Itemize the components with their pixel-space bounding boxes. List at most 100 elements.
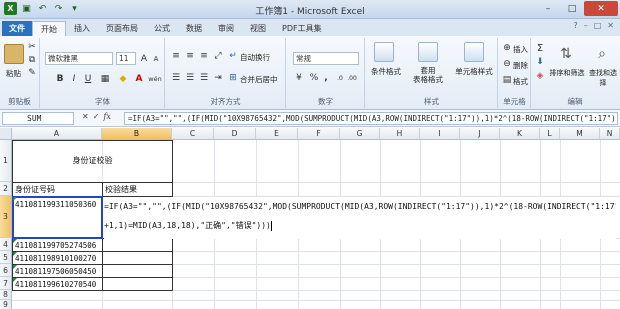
cell-b7[interactable] — [102, 277, 173, 291]
insert-function-button[interactable]: fx — [103, 112, 110, 121]
row-header-1[interactable]: 1 — [0, 140, 12, 182]
column-header-k[interactable]: K — [500, 128, 540, 140]
row-header-9[interactable]: 9 — [0, 300, 12, 309]
borders-icon[interactable]: ▦ — [99, 73, 111, 85]
formula-input[interactable]: =IF(A3="","",(IF(MID("10X98765432",MOD(S… — [124, 112, 618, 125]
row-header-3[interactable]: 3 — [0, 196, 12, 238]
orientation-icon[interactable]: ⤢ — [212, 50, 224, 62]
shrink-font-icon[interactable]: A — [151, 52, 161, 65]
column-header-n[interactable]: N — [600, 128, 620, 140]
copy-icon[interactable]: ⧉ — [27, 55, 37, 65]
conditional-format-button[interactable]: 条件格式 — [368, 66, 404, 77]
column-header-h[interactable]: H — [380, 128, 420, 140]
column-header-l[interactable]: L — [540, 128, 560, 140]
tab-pdf-tools[interactable]: PDF工具集 — [274, 21, 330, 36]
clear-icon[interactable]: ◈ — [534, 70, 546, 82]
row-header-7[interactable]: 7 — [0, 277, 12, 290]
tab-view[interactable]: 视图 — [242, 21, 274, 36]
merge-center-icon[interactable]: ⊞ — [228, 72, 238, 84]
sort-filter-icon[interactable]: ⇅ — [556, 44, 576, 64]
insert-cells-button[interactable]: 插入 — [513, 44, 528, 55]
row-header-8[interactable]: 8 — [0, 290, 12, 300]
indent-icon[interactable]: ⇥ — [212, 72, 224, 84]
fill-icon[interactable]: ⬇ — [534, 56, 546, 68]
paste-icon[interactable] — [4, 44, 24, 64]
grow-font-icon[interactable]: A — [139, 52, 149, 65]
find-select-button[interactable]: 查找和选择 — [586, 68, 620, 88]
italic-button[interactable]: I — [69, 73, 79, 85]
column-header-i[interactable]: I — [420, 128, 460, 140]
autosum-button[interactable]: Σ — [534, 42, 546, 54]
align-left-icon[interactable]: ☰ — [170, 72, 182, 84]
decrease-decimal-icon[interactable]: .00 — [347, 72, 357, 84]
underline-button[interactable]: U — [83, 73, 93, 85]
find-select-icon[interactable]: ⌕ — [592, 44, 612, 64]
column-header-m[interactable]: M — [560, 128, 600, 140]
format-cells-button[interactable]: 格式 — [513, 76, 528, 87]
delete-cells-icon[interactable]: ⊖ — [501, 58, 513, 70]
align-top-icon[interactable]: ≡ — [170, 50, 182, 62]
cell-b6[interactable] — [102, 264, 173, 278]
align-center-icon[interactable]: ☰ — [184, 72, 196, 84]
cell-styles-icon[interactable] — [464, 42, 484, 62]
cell-b5[interactable] — [102, 251, 173, 265]
tab-home[interactable]: 开始 — [32, 21, 66, 36]
tab-review[interactable]: 审阅 — [210, 21, 242, 36]
maximize-button[interactable]: □ — [560, 1, 584, 16]
row-header-5[interactable]: 5 — [0, 251, 12, 264]
cell-b4[interactable] — [102, 238, 173, 252]
column-header-b[interactable]: B — [102, 128, 172, 140]
font-name-select[interactable]: 微软雅黑 — [45, 52, 113, 65]
cancel-formula-button[interactable]: ✕ — [82, 112, 89, 121]
font-color-icon[interactable]: A — [133, 73, 145, 85]
column-header-f[interactable]: F — [298, 128, 340, 140]
cut-icon[interactable]: ✂ — [27, 42, 37, 52]
format-painter-icon[interactable]: ✎ — [27, 68, 37, 78]
enter-formula-button[interactable]: ✓ — [93, 112, 100, 121]
row-header-6[interactable]: 6 — [0, 264, 12, 277]
bold-button[interactable]: B — [55, 73, 65, 85]
insert-cells-icon[interactable]: ⊕ — [501, 42, 513, 54]
ribbon-close-icon[interactable]: ✕ — [607, 21, 614, 30]
delete-cells-button[interactable]: 删除 — [513, 60, 528, 71]
currency-icon[interactable]: ¥ — [293, 72, 305, 84]
column-header-g[interactable]: G — [340, 128, 380, 140]
row-header-2[interactable]: 2 — [0, 182, 12, 196]
percent-button[interactable]: % — [309, 72, 319, 84]
tab-page-layout[interactable]: 页面布局 — [98, 21, 146, 36]
number-format-select[interactable]: 常规 — [293, 52, 359, 65]
merge-center-button[interactable]: 合并后居中 — [240, 74, 278, 85]
close-button[interactable]: ✕ — [584, 1, 618, 16]
wrap-text-button[interactable]: 自动换行 — [240, 52, 270, 63]
format-as-table-icon[interactable] — [418, 42, 438, 62]
column-header-a[interactable]: A — [12, 128, 102, 140]
wrap-text-icon[interactable]: ↵ — [228, 50, 238, 62]
name-box[interactable]: SUM — [2, 112, 74, 125]
conditional-format-icon[interactable] — [374, 42, 394, 62]
sort-filter-button[interactable]: 排序和筛选 — [548, 68, 586, 78]
align-right-icon[interactable]: ☰ — [198, 72, 210, 84]
select-all-corner[interactable] — [0, 128, 12, 140]
column-header-e[interactable]: E — [256, 128, 298, 140]
tab-data[interactable]: 数据 — [178, 21, 210, 36]
font-size-select[interactable]: 11 — [116, 52, 136, 65]
ribbon-minimize-icon[interactable]: – — [584, 21, 588, 30]
format-as-table-button[interactable]: 套用 表格格式 — [408, 66, 448, 84]
help-icon[interactable]: ? — [573, 21, 577, 30]
tab-insert[interactable]: 插入 — [66, 21, 98, 36]
column-header-c[interactable]: C — [172, 128, 214, 140]
row-header-4[interactable]: 4 — [0, 238, 12, 251]
align-bottom-icon[interactable]: ≡ — [198, 50, 210, 62]
column-header-d[interactable]: D — [214, 128, 256, 140]
minimize-button[interactable]: – — [536, 1, 560, 16]
column-header-j[interactable]: J — [460, 128, 500, 140]
format-cells-icon[interactable]: ▤ — [501, 74, 513, 86]
tab-file[interactable]: 文件 — [2, 21, 32, 36]
paste-button[interactable]: 粘贴 — [6, 68, 21, 79]
comma-button[interactable]: , — [321, 72, 331, 84]
cell-styles-button[interactable]: 单元格样式 — [452, 66, 496, 77]
tab-formulas[interactable]: 公式 — [146, 21, 178, 36]
ribbon-restore-icon[interactable]: □ — [594, 21, 602, 30]
cell-editor-b3[interactable]: =IF(A3="","",(IF(MID("10X98765432",MOD(S… — [104, 197, 616, 239]
align-middle-icon[interactable]: ≡ — [184, 50, 196, 62]
